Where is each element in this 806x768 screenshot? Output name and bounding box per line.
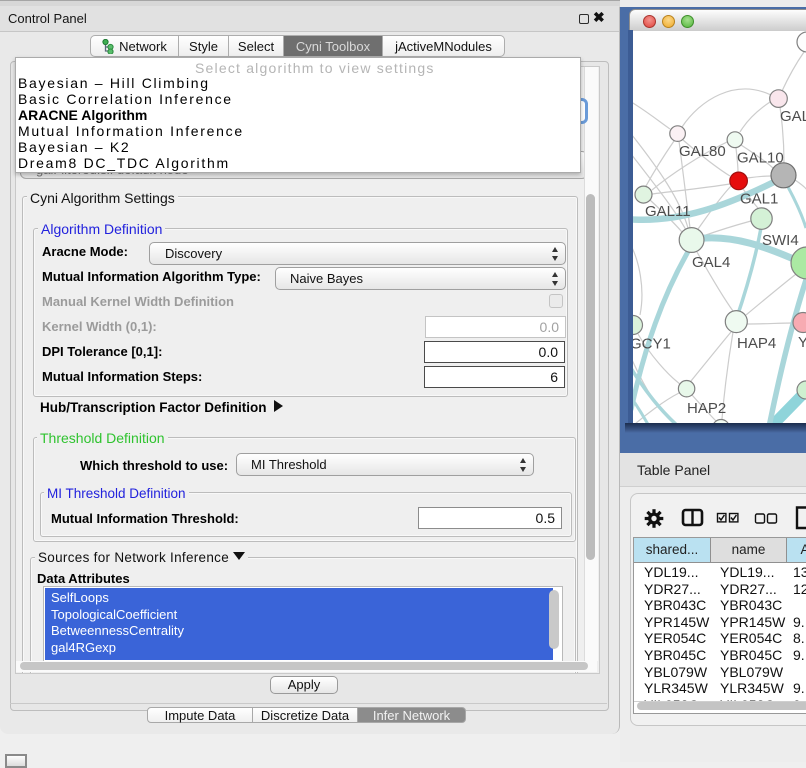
svg-text:GAL1: GAL1 (740, 191, 778, 208)
svg-text:HAP4: HAP4 (737, 335, 776, 352)
svg-text:GAL4: GAL4 (692, 254, 730, 271)
svg-text:Y: Y (798, 334, 806, 351)
svg-text:SWI4: SWI4 (762, 232, 799, 249)
svg-text:GAL80: GAL80 (679, 143, 726, 160)
svg-text:GAL10: GAL10 (737, 150, 784, 167)
svg-text:GCY1: GCY1 (633, 336, 671, 353)
svg-text:HAP2: HAP2 (687, 400, 726, 417)
svg-text:GAL7: GAL7 (780, 108, 806, 125)
svg-text:GAL11: GAL11 (645, 203, 691, 220)
